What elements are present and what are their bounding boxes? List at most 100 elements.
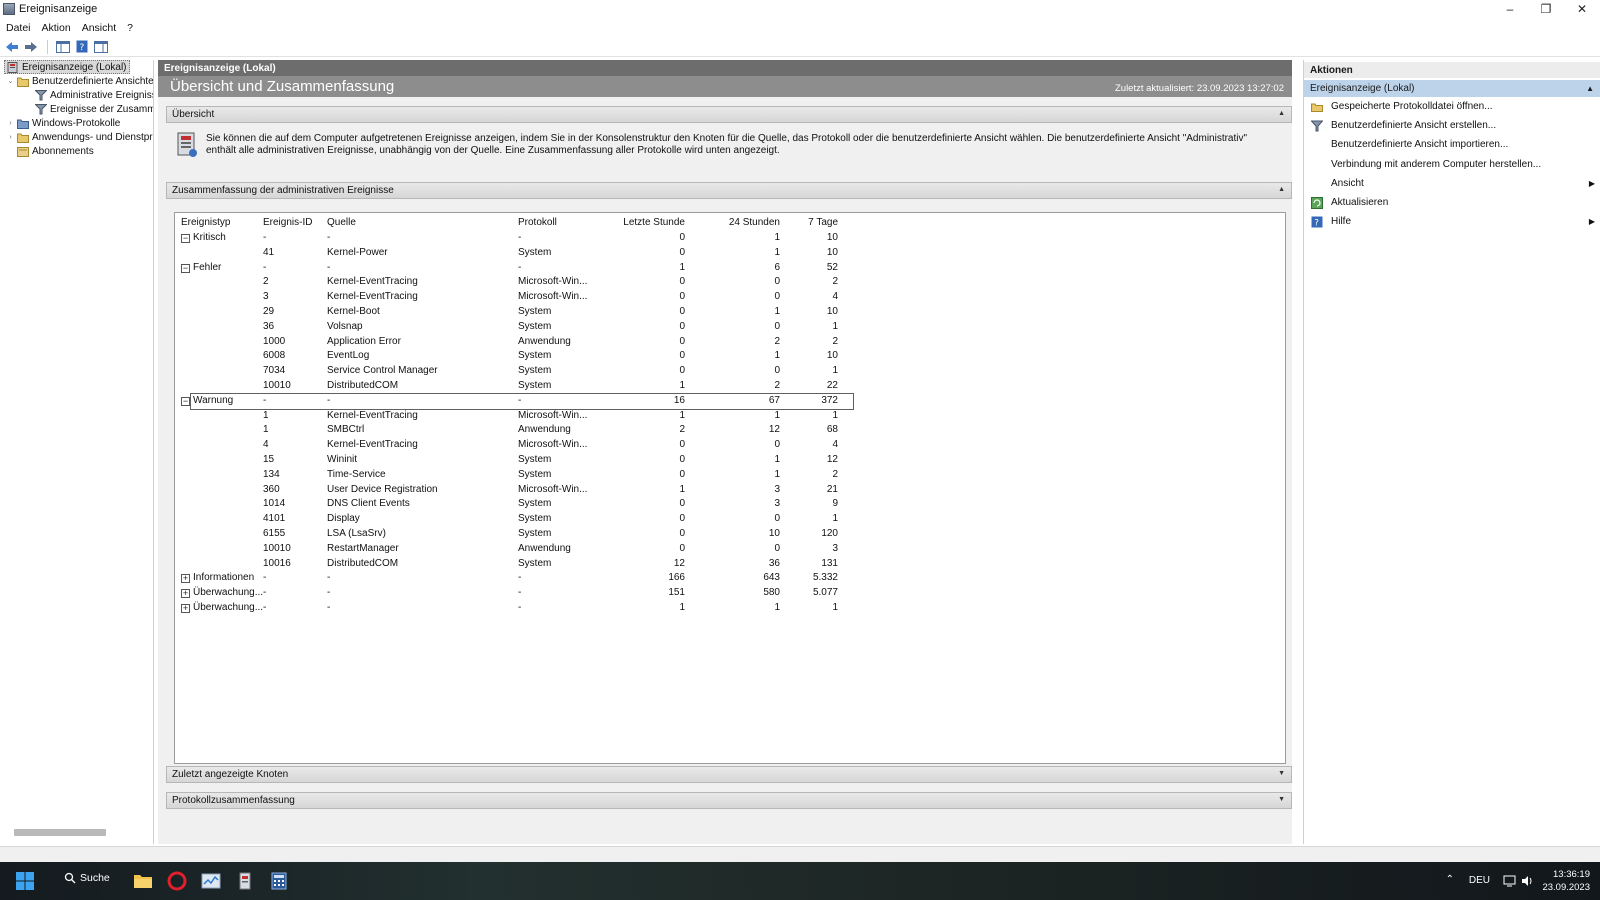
cell-24-hours: 1 bbox=[685, 232, 780, 243]
column-header-source[interactable]: Quelle bbox=[327, 217, 515, 228]
windows-start-icon[interactable] bbox=[16, 872, 34, 890]
expand-box-icon[interactable]: + bbox=[181, 589, 190, 599]
table-row[interactable]: 4101 Display System 0 0 1 bbox=[175, 512, 1287, 527]
chevron-up-icon[interactable]: ⌃ bbox=[1446, 874, 1454, 885]
grid-group-row[interactable]: + Überwachung... - - -1 1 1 bbox=[175, 601, 1287, 616]
action-item[interactable]: Benutzerdefinierte Ansicht importieren..… bbox=[1304, 136, 1600, 153]
tree-item-subscriptions[interactable]: Abonnements bbox=[15, 144, 94, 158]
action-item[interactable]: Benutzerdefinierte Ansicht erstellen... bbox=[1304, 117, 1600, 134]
grid-group-row[interactable]: − Fehler - - -1 6 52 bbox=[175, 261, 1287, 276]
collapse-up-icon[interactable]: ▲ bbox=[1278, 110, 1285, 117]
table-row[interactable]: 6155 LSA (LsaSrv) System 0 10 120 bbox=[175, 527, 1287, 542]
actions-header: Aktionen bbox=[1304, 62, 1600, 78]
table-row[interactable]: 1000 Application Error Anwendung 0 2 2 bbox=[175, 335, 1287, 350]
overview-section-label: Übersicht bbox=[172, 109, 215, 120]
column-header-id[interactable]: Ereignis-ID bbox=[263, 217, 325, 228]
column-header-type[interactable]: Ereignistyp bbox=[181, 217, 261, 228]
action-item[interactable]: Aktualisieren bbox=[1304, 194, 1600, 211]
collapse-box-icon[interactable]: − bbox=[181, 396, 190, 406]
overview-section-header[interactable]: Übersicht ▲ bbox=[166, 106, 1292, 123]
expand-right-icon[interactable]: › bbox=[6, 120, 15, 127]
expand-down-icon[interactable]: ▼ bbox=[1278, 796, 1285, 803]
log-folder-icon bbox=[17, 119, 29, 129]
cell-last-hour: 0 bbox=[595, 276, 685, 287]
back-button[interactable] bbox=[3, 39, 20, 55]
grid-group-row[interactable]: − Warnung - - -16 67 372 bbox=[181, 392, 854, 410]
tree-item-app-logs[interactable]: › Anwendungs- und Dienstpro bbox=[6, 130, 153, 144]
column-header-last-hour[interactable]: Letzte Stunde bbox=[595, 217, 685, 228]
file-explorer-icon[interactable] bbox=[132, 870, 154, 892]
task-manager-icon[interactable] bbox=[200, 870, 222, 892]
actions-group-header[interactable]: Ereignisanzeige (Lokal) ▲ bbox=[1304, 80, 1600, 97]
network-icon[interactable] bbox=[1503, 875, 1516, 887]
action-item[interactable]: Ansicht ▶ bbox=[1304, 175, 1600, 192]
table-row[interactable]: 134 Time-Service System 0 1 2 bbox=[175, 468, 1287, 483]
tree-item-windows-logs[interactable]: › Windows-Protokolle bbox=[6, 116, 120, 130]
action-item[interactable]: Gespeicherte Protokolldatei öffnen... bbox=[1304, 98, 1600, 115]
language-indicator[interactable]: DEU bbox=[1469, 875, 1490, 886]
minimize-button[interactable]: – bbox=[1492, 0, 1528, 18]
column-header-7-days[interactable]: 7 Tage bbox=[780, 217, 838, 228]
expand-box-icon[interactable]: + bbox=[181, 574, 190, 584]
table-row[interactable]: 1014 DNS Client Events System 0 3 9 bbox=[175, 497, 1287, 512]
table-row[interactable]: 10010 DistributedCOM System 1 2 22 bbox=[175, 379, 1287, 394]
cell-event-type-text: Warnung bbox=[193, 394, 234, 406]
help-button[interactable]: ? bbox=[73, 39, 90, 55]
table-row[interactable]: 1 SMBCtrl Anwendung 2 12 68 bbox=[175, 423, 1287, 438]
expand-right-icon[interactable]: › bbox=[6, 134, 15, 141]
calculator-icon[interactable] bbox=[268, 870, 290, 892]
expand-down-icon[interactable]: ⌄ bbox=[6, 77, 15, 85]
log-summary-section-header[interactable]: Protokollzusammenfassung ▼ bbox=[166, 792, 1292, 809]
table-row[interactable]: 6008 EventLog System 0 1 10 bbox=[175, 349, 1287, 364]
collapse-box-icon[interactable]: − bbox=[181, 234, 190, 243]
cell-24-hours: 1 bbox=[685, 602, 780, 613]
column-header-24-hours[interactable]: 24 Stunden bbox=[685, 217, 780, 228]
tree-item-admin-events[interactable]: Administrative Ereignisse bbox=[33, 88, 153, 102]
event-viewer-taskbar-icon[interactable] bbox=[234, 870, 256, 892]
table-row[interactable]: 3 Kernel-EventTracing Microsoft-Win... 0 0 4 bbox=[175, 290, 1287, 305]
tree-item-custom-views[interactable]: ⌄ Benutzerdefinierte Ansichten bbox=[6, 74, 153, 88]
table-row[interactable]: 1 Kernel-EventTracing Microsoft-Win... 1 1 1 bbox=[175, 409, 1287, 424]
action-item[interactable]: Verbindung mit anderem Computer herstell… bbox=[1304, 156, 1600, 173]
action-item[interactable]: ? Hilfe ▶ bbox=[1304, 213, 1600, 230]
table-row[interactable]: 360 User Device Registration Microsoft-Win… bbox=[175, 483, 1287, 498]
table-row[interactable]: 4 Kernel-EventTracing Microsoft-Win... 0 0 4 bbox=[175, 438, 1287, 453]
taskbar-clock[interactable]: 13:36:19 23.09.2023 bbox=[1542, 868, 1590, 894]
close-button[interactable]: ✕ bbox=[1564, 0, 1600, 18]
show-hide-actions-button[interactable] bbox=[92, 39, 109, 55]
table-row[interactable]: 41 Kernel-Power System 0 1 10 bbox=[175, 246, 1287, 261]
tree-horizontal-scrollbar[interactable] bbox=[14, 829, 106, 836]
forward-arrow-icon bbox=[24, 41, 37, 52]
table-row[interactable]: 10016 DistributedCOM System 12 36 131 bbox=[175, 557, 1287, 572]
restore-button[interactable]: ❐ bbox=[1528, 0, 1564, 18]
taskbar-search[interactable]: Suche bbox=[64, 872, 110, 884]
grid-group-row[interactable]: + Überwachung... - - -151 580 5.077 bbox=[175, 586, 1287, 601]
table-row[interactable]: 2 Kernel-EventTracing Microsoft-Win... 0 0 2 bbox=[175, 275, 1287, 290]
volume-icon[interactable] bbox=[1521, 875, 1534, 887]
menu-help[interactable]: ? bbox=[127, 22, 133, 34]
filter-icon bbox=[35, 103, 47, 114]
collapse-up-icon[interactable]: ▲ bbox=[1586, 84, 1594, 93]
table-row[interactable]: 29 Kernel-Boot System 0 1 10 bbox=[175, 305, 1287, 320]
summary-section-header[interactable]: Zusammenfassung der administrativen Erei… bbox=[166, 182, 1292, 199]
table-row[interactable]: 10010 RestartManager Anwendung 0 0 3 bbox=[175, 542, 1287, 557]
recent-nodes-section-header[interactable]: Zuletzt angezeigte Knoten ▼ bbox=[166, 766, 1292, 783]
grid-group-row[interactable]: + Informationen - - -166 643 5.332 bbox=[175, 571, 1287, 586]
tree-item-root[interactable]: Ereignisanzeige (Lokal) bbox=[4, 60, 130, 74]
cell-event-id-text: 360 bbox=[263, 483, 280, 495]
forward-button[interactable] bbox=[22, 39, 39, 55]
tree-item-summary-events[interactable]: Ereignisse der Zusammen bbox=[33, 102, 153, 116]
collapse-up-icon[interactable]: ▲ bbox=[1278, 186, 1285, 193]
menu-ansicht[interactable]: Ansicht bbox=[82, 22, 116, 34]
opera-icon[interactable] bbox=[166, 870, 188, 892]
table-row[interactable]: 15 Wininit System 0 1 12 bbox=[175, 453, 1287, 468]
grid-group-row[interactable]: − Kritisch - - -0 1 10 bbox=[175, 231, 1287, 246]
menu-datei[interactable]: Datei bbox=[6, 22, 31, 34]
table-row[interactable]: 36 Volsnap System 0 0 1 bbox=[175, 320, 1287, 335]
show-hide-tree-button[interactable] bbox=[54, 39, 71, 55]
table-row[interactable]: 7034 Service Control Manager System 0 0 1 bbox=[175, 364, 1287, 379]
menu-aktion[interactable]: Aktion bbox=[42, 22, 71, 34]
expand-box-icon[interactable]: + bbox=[181, 604, 190, 613]
collapse-box-icon[interactable]: − bbox=[181, 263, 190, 273]
expand-down-icon[interactable]: ▼ bbox=[1278, 770, 1285, 777]
